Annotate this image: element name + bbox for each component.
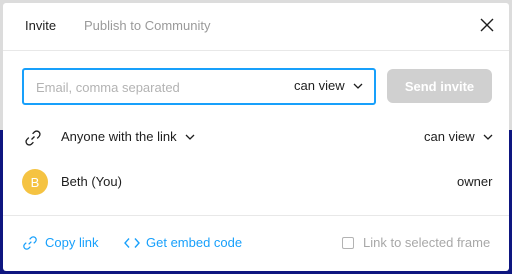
code-icon: [124, 238, 140, 248]
get-embed-code-button[interactable]: Get embed code: [124, 235, 242, 251]
invite-permission-select[interactable]: can view: [294, 78, 363, 94]
chevron-down-icon: [353, 83, 363, 89]
close-button[interactable]: [477, 15, 497, 35]
link-icon: [23, 236, 37, 250]
member-name: Beth (You): [61, 174, 122, 189]
send-invite-button[interactable]: Send invite: [387, 69, 492, 103]
avatar: B: [22, 169, 48, 195]
footer-divider: [3, 215, 509, 216]
tab-publish-to-community[interactable]: Publish to Community: [84, 18, 210, 34]
tab-invite[interactable]: Invite: [25, 18, 56, 34]
copy-link-button[interactable]: Copy link: [22, 235, 98, 251]
email-input[interactable]: [36, 78, 276, 96]
link-permission-label: can view: [424, 129, 475, 144]
header-divider: [3, 50, 509, 51]
link-icon: [24, 129, 42, 147]
link-to-frame-checkbox[interactable]: [342, 237, 354, 249]
copy-link-label: Copy link: [45, 235, 99, 250]
chevron-down-icon: [483, 134, 493, 140]
share-dialog: Invite Publish to Community can view Sen…: [3, 3, 509, 271]
link-to-selected-frame-toggle[interactable]: Link to selected frame: [342, 235, 490, 251]
link-access-select[interactable]: Anyone with the link: [61, 129, 195, 145]
embed-code-label: Get embed code: [146, 235, 243, 250]
link-access-label: Anyone with the link: [61, 129, 177, 144]
close-icon: [480, 18, 494, 32]
invite-permission-label: can view: [294, 78, 345, 93]
link-permission-select[interactable]: can view: [424, 129, 493, 145]
chevron-down-icon: [185, 134, 195, 140]
link-to-frame-label: Link to selected frame: [363, 235, 491, 250]
invite-field: can view: [22, 68, 376, 105]
member-role: owner: [457, 174, 493, 189]
